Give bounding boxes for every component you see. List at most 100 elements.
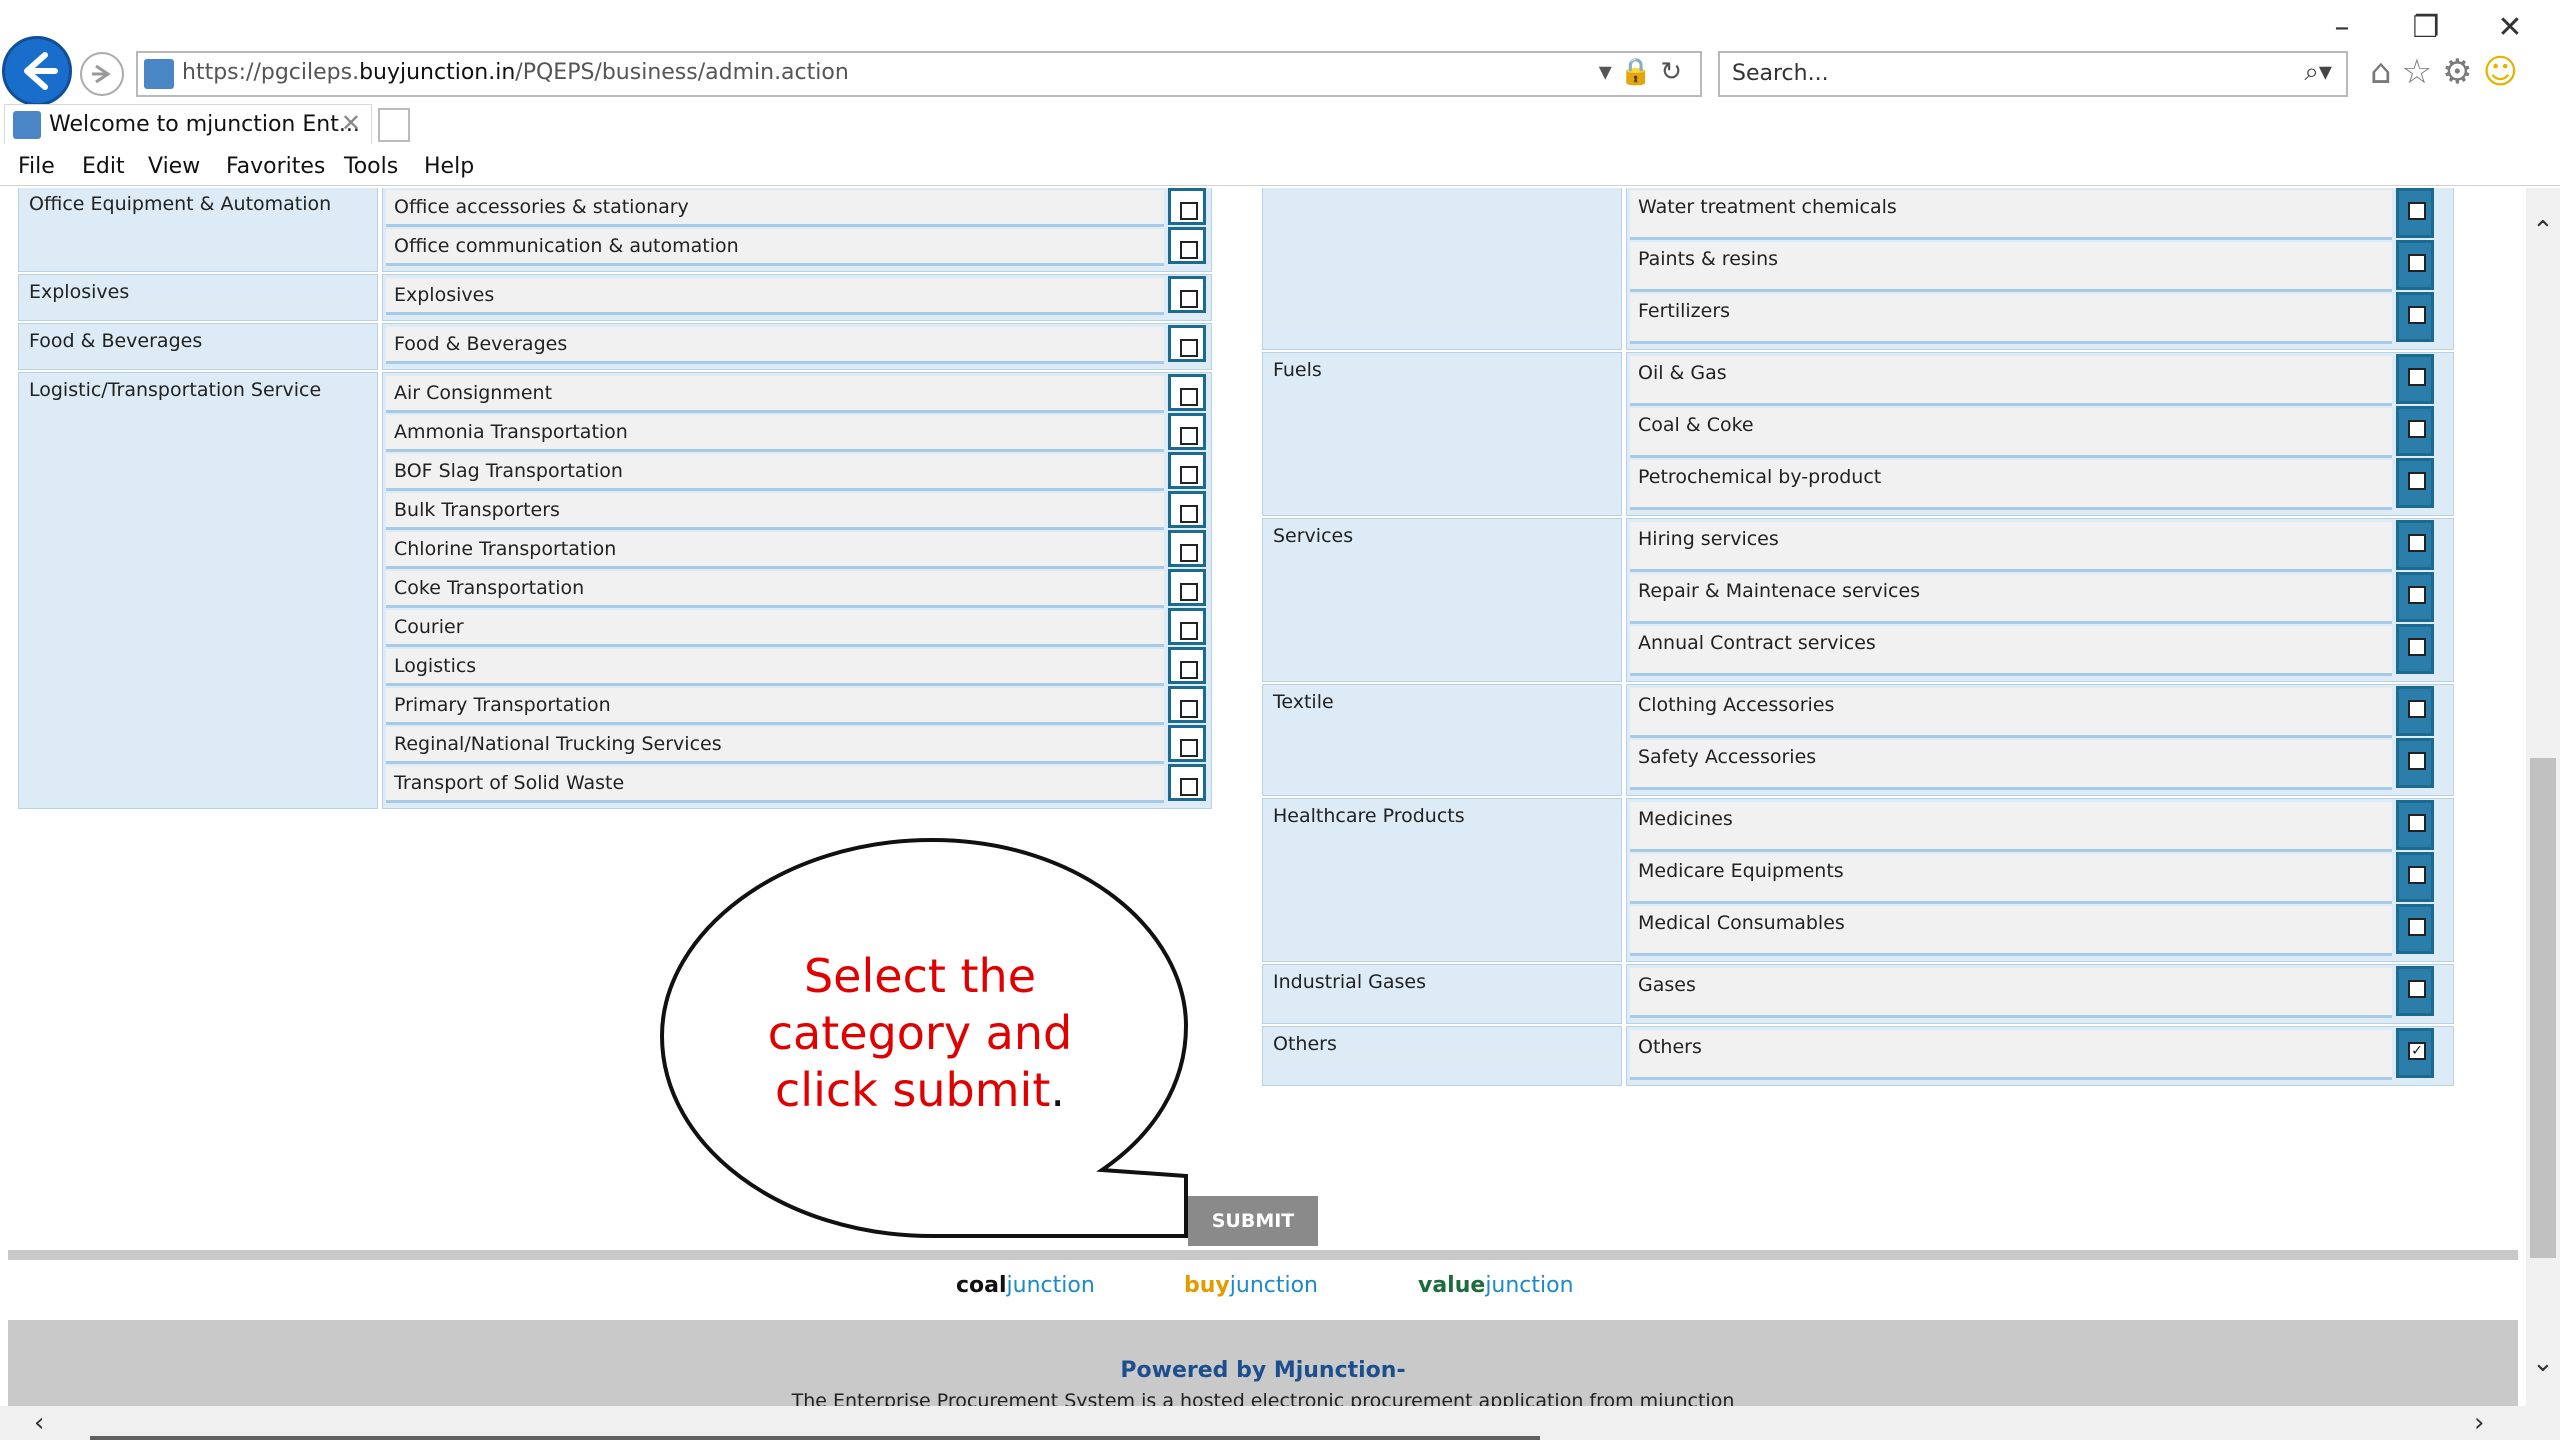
checkbox-bulk-transporters[interactable] xyxy=(1168,491,1206,528)
search-input[interactable]: Search... ⌕▾ xyxy=(1718,51,2348,97)
checkbox-air-consignment[interactable] xyxy=(1168,374,1206,411)
checkbox-logistics[interactable] xyxy=(1168,647,1206,684)
horizontal-scroll-thumb[interactable] xyxy=(90,1436,1540,1440)
menu-edit[interactable]: Edit xyxy=(82,154,125,179)
category-option-label: Explosives xyxy=(386,278,1164,315)
new-tab-button[interactable] xyxy=(378,108,410,142)
menu-bar: File Edit View Favorites Tools Help xyxy=(0,146,2560,186)
horizontal-scrollbar[interactable]: ‹ › xyxy=(0,1406,2560,1440)
checkbox-gases[interactable] xyxy=(2396,966,2434,1016)
browser-tab[interactable]: Welcome to mjunction Ent... ✕ xyxy=(4,104,372,144)
checkbox-medical-consumables[interactable] xyxy=(2396,904,2434,954)
footer-divider xyxy=(8,1250,2518,1260)
close-window-button[interactable]: ✕ xyxy=(2480,8,2540,48)
checkbox-office-accessories-stationary[interactable] xyxy=(1168,188,1206,225)
category-option-label: Annual Contract services xyxy=(1630,626,2392,676)
checkbox-oil-gas[interactable] xyxy=(2396,354,2434,404)
page-content: Office Equipment & Automation Office acce… xyxy=(0,188,2526,1406)
menu-view[interactable]: View xyxy=(148,154,200,179)
checkbox-courier[interactable] xyxy=(1168,608,1206,645)
checkbox-petrochemical-by-product[interactable] xyxy=(2396,458,2434,508)
home-icon[interactable]: ⌂ xyxy=(2370,52,2402,92)
address-tools[interactable]: ▾🔒↻ xyxy=(1599,57,1690,87)
tab-favicon-icon xyxy=(13,111,41,139)
scroll-down-icon[interactable]: ⌄ xyxy=(2532,1348,2554,1378)
gear-icon[interactable]: ⚙ xyxy=(2442,52,2482,92)
powered-by-text: Powered by Mjunction- xyxy=(1120,1358,1406,1383)
scroll-left-icon[interactable]: ‹ xyxy=(34,1408,44,1438)
checkbox-explosives[interactable] xyxy=(1168,276,1206,313)
checkbox-hiring-services[interactable] xyxy=(2396,520,2434,570)
category-label: Others xyxy=(1262,1026,1622,1086)
arrow-left-icon xyxy=(24,52,58,90)
favorites-star-icon[interactable]: ☆ xyxy=(2402,52,2442,92)
category-option-label: Water treatment chemicals xyxy=(1630,190,2392,240)
submit-button[interactable]: SUBMIT xyxy=(1188,1196,1318,1246)
category-option-label: Paints & resins xyxy=(1630,242,2392,292)
checkbox-chlorine-transportation[interactable] xyxy=(1168,530,1206,567)
checkbox-annual-contract-services[interactable] xyxy=(2396,624,2434,674)
checkbox-coke-transportation[interactable] xyxy=(1168,569,1206,606)
back-button[interactable] xyxy=(2,36,72,106)
search-icon[interactable]: ⌕▾ xyxy=(2304,57,2332,88)
category-option-label: Office communication & automation xyxy=(386,229,1164,266)
vertical-scroll-thumb[interactable] xyxy=(2530,758,2556,1258)
checkbox-medicines[interactable] xyxy=(2396,800,2434,850)
valuejunction-logo[interactable]: valuejunction xyxy=(1418,1273,1574,1298)
category-option-label: Coal & Coke xyxy=(1630,408,2392,458)
menu-help[interactable]: Help xyxy=(424,154,474,179)
footer-tagline: The Enterprise Procurement System is a h… xyxy=(791,1390,1735,1406)
menu-tools[interactable]: Tools xyxy=(344,154,398,179)
buyjunction-logo[interactable]: buyjunction xyxy=(1184,1273,1318,1298)
toolbar-icons[interactable]: ⌂☆⚙☺ xyxy=(2370,52,2528,92)
category-option-label: Fertilizers xyxy=(1630,294,2392,344)
feedback-smiley-icon[interactable]: ☺ xyxy=(2483,52,2528,92)
scroll-up-icon[interactable]: ⌃ xyxy=(2532,216,2554,246)
category-option-label: BOF Slag Transportation xyxy=(386,454,1164,491)
category-option-label: Others xyxy=(1630,1030,2392,1080)
coaljunction-logo[interactable]: coaljunction xyxy=(956,1273,1095,1298)
callout-line-1: Select the xyxy=(803,949,1037,1003)
checkbox-repair-maintenace-services[interactable] xyxy=(2396,572,2434,622)
category-option-label: Gases xyxy=(1630,968,2392,1018)
checkbox-clothing-accessories[interactable] xyxy=(2396,686,2434,736)
category-option-label: Repair & Maintenace services xyxy=(1630,574,2392,624)
menu-file[interactable]: File xyxy=(18,154,55,179)
checkbox-ammonia-transportation[interactable] xyxy=(1168,413,1206,450)
checkbox-others[interactable] xyxy=(2396,1028,2434,1078)
category-label: Office Equipment & Automation xyxy=(18,188,378,272)
checkbox-coal-coke[interactable] xyxy=(2396,406,2434,456)
callout-line-3: click submit. xyxy=(775,1063,1065,1117)
checkbox-paints-resins[interactable] xyxy=(2396,240,2434,290)
browser-chrome: – ❐ ✕ https://pgcileps.buyjunction.in/PQ… xyxy=(0,0,2560,188)
category-option-label: Clothing Accessories xyxy=(1630,688,2392,738)
restore-button[interactable]: ❐ xyxy=(2396,8,2456,48)
checkbox-safety-accessories[interactable] xyxy=(2396,738,2434,788)
category-option-label: Air Consignment xyxy=(386,376,1164,413)
category-label xyxy=(1262,188,1622,350)
menu-favorites[interactable]: Favorites xyxy=(226,154,325,179)
address-bar[interactable]: https://pgcileps.buyjunction.in/PQEPS/bu… xyxy=(136,51,1702,97)
category-option-label: Medicare Equipments xyxy=(1630,854,2392,904)
forward-button[interactable] xyxy=(80,52,124,96)
minimize-button[interactable]: – xyxy=(2312,8,2372,48)
checkbox-primary-transportation[interactable] xyxy=(1168,686,1206,723)
checkbox-office-communication-automation[interactable] xyxy=(1168,227,1206,264)
checkbox-transport-of-solid-waste[interactable] xyxy=(1168,764,1206,801)
category-label: Textile xyxy=(1262,684,1622,796)
category-label: Fuels xyxy=(1262,352,1622,516)
category-option-label: Food & Beverages xyxy=(386,327,1164,364)
checkbox-medicare-equipments[interactable] xyxy=(2396,852,2434,902)
tab-title: Welcome to mjunction Ent... xyxy=(49,112,360,137)
category-option-label: Office accessories & stationary xyxy=(386,190,1164,227)
checkbox-reginal-national-trucking-services[interactable] xyxy=(1168,725,1206,762)
category-option-label: Transport of Solid Waste xyxy=(386,766,1164,803)
category-option-label: Coke Transportation xyxy=(386,571,1164,608)
checkbox-bof-slag-transportation[interactable] xyxy=(1168,452,1206,489)
checkbox-water-treatment-chemicals[interactable] xyxy=(2396,188,2434,238)
checkbox-fertilizers[interactable] xyxy=(2396,292,2434,342)
tab-close-icon[interactable]: ✕ xyxy=(341,109,361,137)
checkbox-food-beverages[interactable] xyxy=(1168,325,1206,362)
scroll-right-icon[interactable]: › xyxy=(2474,1408,2484,1438)
vertical-scrollbar[interactable]: ⌃ ⌄ xyxy=(2526,188,2560,1406)
